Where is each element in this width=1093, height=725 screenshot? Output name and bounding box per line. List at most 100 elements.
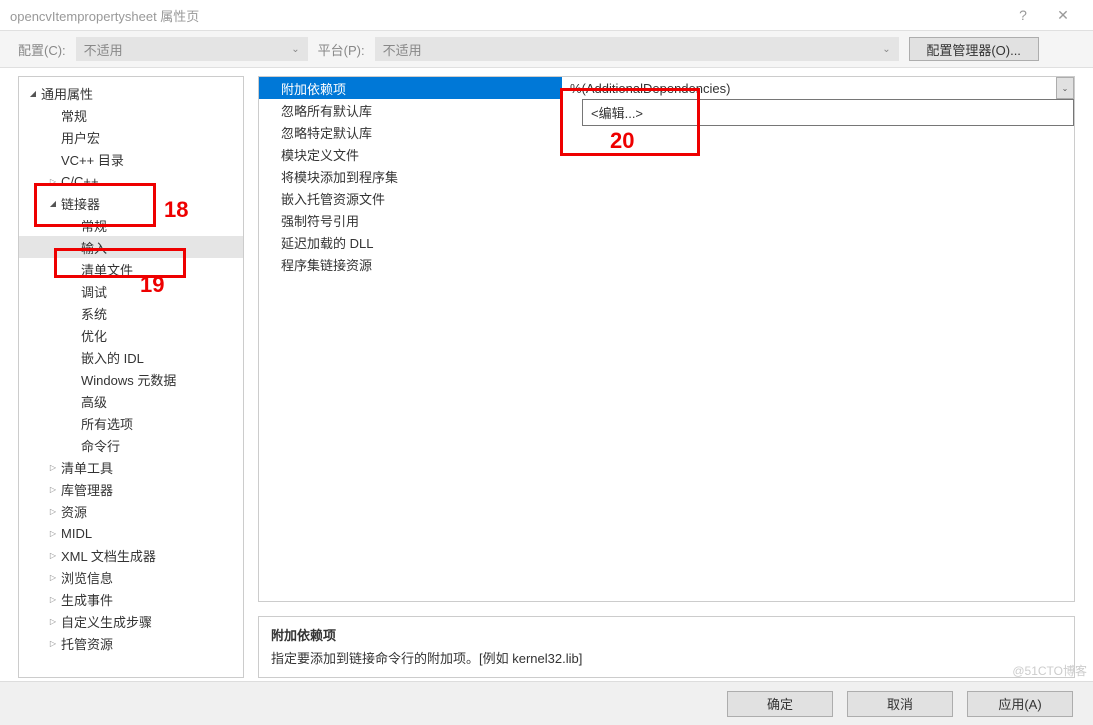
- tree-item[interactable]: 用户宏: [19, 126, 243, 148]
- expand-none-icon: [67, 219, 79, 231]
- config-value: 不适用: [84, 40, 123, 59]
- expand-closed-icon[interactable]: [47, 637, 59, 649]
- tree-item[interactable]: 系统: [19, 302, 243, 324]
- tree-item[interactable]: 资源: [19, 500, 243, 522]
- property-key: 模块定义文件: [259, 143, 562, 165]
- expand-none-icon: [47, 109, 59, 121]
- property-key: 忽略所有默认库: [259, 99, 562, 121]
- property-value[interactable]: [562, 143, 1074, 165]
- tree-item-label: 用户宏: [61, 128, 100, 147]
- config-manager-button[interactable]: 配置管理器(O)...: [909, 37, 1039, 61]
- property-key: 延迟加载的 DLL: [259, 231, 562, 253]
- tree-item-label: 命令行: [81, 436, 120, 455]
- tree-item[interactable]: 嵌入的 IDL: [19, 346, 243, 368]
- ok-button[interactable]: 确定: [727, 691, 833, 717]
- tree-item[interactable]: 输入: [19, 236, 243, 258]
- tree-item[interactable]: 生成事件: [19, 588, 243, 610]
- expand-closed-icon[interactable]: [47, 549, 59, 561]
- property-row[interactable]: 附加依赖项%(AdditionalDependencies)⌄<编辑...>: [259, 77, 1074, 99]
- expand-none-icon: [67, 395, 79, 407]
- expand-none-icon: [67, 241, 79, 253]
- property-value[interactable]: [562, 165, 1074, 187]
- expand-none-icon: [67, 439, 79, 451]
- property-value[interactable]: [562, 253, 1074, 275]
- expand-open-icon[interactable]: [27, 87, 39, 99]
- dropdown-button[interactable]: ⌄: [1056, 77, 1074, 99]
- help-button[interactable]: ?: [1003, 7, 1043, 23]
- close-button[interactable]: ✕: [1043, 7, 1083, 24]
- tree-item[interactable]: VC++ 目录: [19, 148, 243, 170]
- expand-none-icon: [67, 373, 79, 385]
- expand-closed-icon[interactable]: [47, 527, 59, 539]
- tree-item-label: 高级: [81, 392, 107, 411]
- expand-closed-icon[interactable]: [47, 615, 59, 627]
- tree-item[interactable]: 清单文件: [19, 258, 243, 280]
- tree-item-label: 通用属性: [41, 84, 93, 103]
- apply-button[interactable]: 应用(A): [967, 691, 1073, 717]
- tree-item[interactable]: 浏览信息: [19, 566, 243, 588]
- tree-item[interactable]: C/C++: [19, 170, 243, 192]
- expand-none-icon: [67, 417, 79, 429]
- platform-label: 平台(P):: [318, 40, 365, 59]
- expand-none-icon: [67, 329, 79, 341]
- property-row[interactable]: 将模块添加到程序集: [259, 165, 1074, 187]
- property-key: 将模块添加到程序集: [259, 165, 562, 187]
- config-combo[interactable]: 不适用 ⌄: [76, 37, 308, 61]
- expand-none-icon: [67, 351, 79, 363]
- tree-item[interactable]: Windows 元数据: [19, 368, 243, 390]
- dropdown-item-edit[interactable]: <编辑...>: [583, 100, 1073, 125]
- tree-item[interactable]: MIDL: [19, 522, 243, 544]
- tree-item[interactable]: 链接器: [19, 192, 243, 214]
- property-value[interactable]: [562, 187, 1074, 209]
- title-bar: opencvItempropertysheet 属性页 ? ✕: [0, 0, 1093, 30]
- tree-item[interactable]: 清单工具: [19, 456, 243, 478]
- cancel-button[interactable]: 取消: [847, 691, 953, 717]
- property-row[interactable]: 强制符号引用: [259, 209, 1074, 231]
- tree-item[interactable]: 库管理器: [19, 478, 243, 500]
- dropdown-menu[interactable]: <编辑...>: [582, 99, 1074, 126]
- tree-item[interactable]: 高级: [19, 390, 243, 412]
- tree-item[interactable]: XML 文档生成器: [19, 544, 243, 566]
- expand-closed-icon[interactable]: [47, 483, 59, 495]
- tree-item[interactable]: 优化: [19, 324, 243, 346]
- property-row[interactable]: 程序集链接资源: [259, 253, 1074, 275]
- dialog-footer: 确定 取消 应用(A): [0, 681, 1093, 725]
- content-area: 通用属性常规用户宏VC++ 目录C/C++链接器常规输入清单文件调试系统优化嵌入…: [0, 68, 1093, 678]
- tree-item-label: 调试: [81, 282, 107, 301]
- tree-item-label: 常规: [81, 216, 107, 235]
- expand-closed-icon[interactable]: [47, 461, 59, 473]
- description-text: 指定要添加到链接命令行的附加项。[例如 kernel32.lib]: [271, 648, 1062, 667]
- expand-closed-icon[interactable]: [47, 505, 59, 517]
- tree-item[interactable]: 托管资源: [19, 632, 243, 654]
- tree-item-label: Windows 元数据: [81, 370, 176, 389]
- description-panel: 附加依赖项 指定要添加到链接命令行的附加项。[例如 kernel32.lib]: [258, 616, 1075, 678]
- tree-item[interactable]: 调试: [19, 280, 243, 302]
- property-row[interactable]: 延迟加载的 DLL: [259, 231, 1074, 253]
- tree-item[interactable]: 通用属性: [19, 82, 243, 104]
- platform-value: 不适用: [383, 40, 422, 59]
- tree-item[interactable]: 所有选项: [19, 412, 243, 434]
- tree-item-label: 输入: [81, 238, 107, 257]
- tree-item-label: 库管理器: [61, 480, 113, 499]
- tree-item[interactable]: 常规: [19, 214, 243, 236]
- tree-item[interactable]: 常规: [19, 104, 243, 126]
- property-key: 忽略特定默认库: [259, 121, 562, 143]
- expand-none-icon: [67, 263, 79, 275]
- expand-none-icon: [67, 285, 79, 297]
- property-value[interactable]: %(AdditionalDependencies)⌄<编辑...>: [562, 77, 1074, 99]
- tree-item[interactable]: 命令行: [19, 434, 243, 456]
- expand-closed-icon[interactable]: [47, 175, 59, 187]
- expand-closed-icon[interactable]: [47, 593, 59, 605]
- property-grid[interactable]: 附加依赖项%(AdditionalDependencies)⌄<编辑...>忽略…: [258, 76, 1075, 602]
- platform-combo[interactable]: 不适用 ⌄: [375, 37, 899, 61]
- tree-item[interactable]: 自定义生成步骤: [19, 610, 243, 632]
- tree-item-label: 清单文件: [81, 260, 133, 279]
- expand-open-icon[interactable]: [47, 197, 59, 209]
- expand-closed-icon[interactable]: [47, 571, 59, 583]
- property-value[interactable]: [562, 209, 1074, 231]
- tree-panel[interactable]: 通用属性常规用户宏VC++ 目录C/C++链接器常规输入清单文件调试系统优化嵌入…: [18, 76, 244, 678]
- property-row[interactable]: 模块定义文件: [259, 143, 1074, 165]
- property-value[interactable]: [562, 231, 1074, 253]
- property-row[interactable]: 嵌入托管资源文件: [259, 187, 1074, 209]
- property-key: 程序集链接资源: [259, 253, 562, 275]
